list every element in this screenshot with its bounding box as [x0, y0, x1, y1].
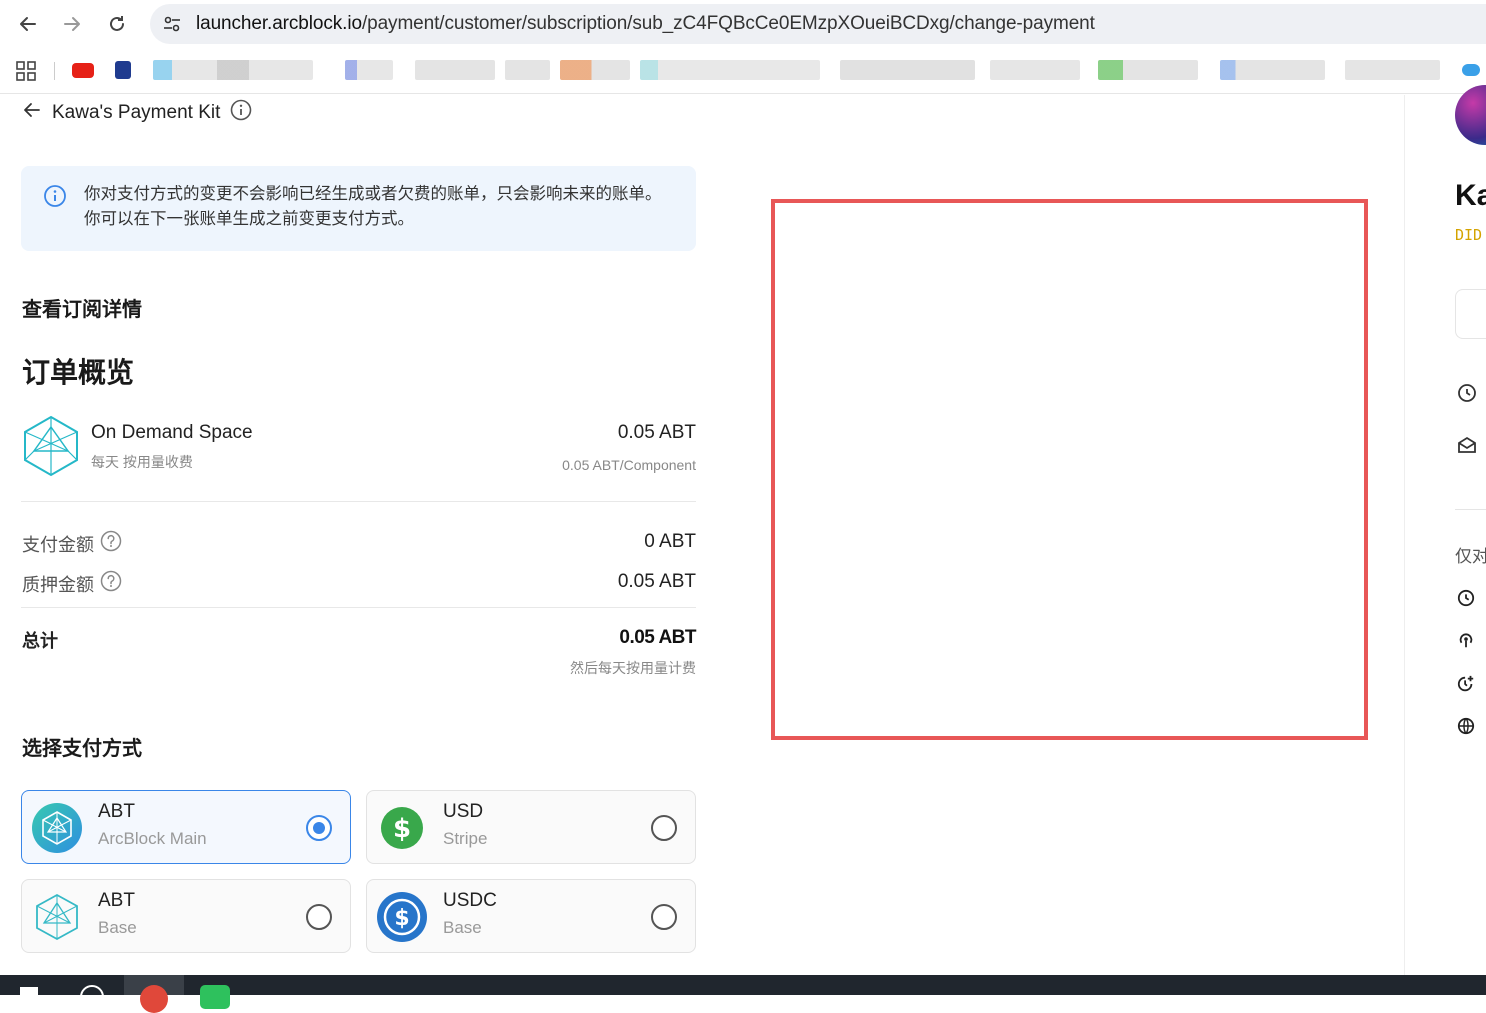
- right-info-panel: Ka DID 仅对: [1404, 85, 1486, 975]
- product-price: 0.05 ABT: [617, 422, 696, 443]
- bookmarks-bar: [0, 48, 1486, 94]
- url-host: launcher.arcblock.io: [196, 13, 362, 34]
- bookmark-item[interactable]: [840, 60, 975, 80]
- bookmark-item[interactable]: [1220, 60, 1325, 80]
- payment-method-usdc-base[interactable]: $ USDC Base: [366, 879, 696, 953]
- pay-amount-value: 0 ABT: [644, 531, 696, 552]
- panel-text-fragment: 仅对: [1455, 547, 1486, 566]
- method-network: Base: [443, 918, 482, 937]
- clock-icon: [1457, 383, 1477, 403]
- stake-amount-label-row: 质押金额: [22, 570, 122, 597]
- mail-open-icon: [1457, 435, 1477, 455]
- search-icon[interactable]: [80, 985, 104, 1009]
- bookmark-item[interactable]: [505, 60, 550, 80]
- url-text[interactable]: launcher.arcblock.io/payment/customer/su…: [196, 13, 1095, 35]
- method-radio[interactable]: [306, 904, 332, 930]
- details-title[interactable]: 查看订阅详情: [22, 293, 142, 322]
- payment-method-usd-stripe[interactable]: $ USD Stripe: [366, 790, 696, 864]
- did-label-fragment: DID: [1455, 226, 1483, 244]
- payment-method-title: 选择支付方式: [22, 738, 142, 760]
- product-billing: 每天 按用量收费: [91, 454, 193, 470]
- divider: [21, 501, 696, 502]
- account-name-fragment: Ka: [1455, 179, 1486, 212]
- bookmark-item[interactable]: [415, 60, 495, 80]
- alert-message: 你对支付方式的变更不会影响已经生成或者欠费的账单，只会影响未来的账单。你可以在下…: [84, 185, 662, 228]
- total-note: 然后每天按用量计费: [570, 660, 696, 676]
- stake-amount-label: 质押金额: [22, 574, 94, 595]
- youtube-icon[interactable]: [72, 63, 94, 78]
- bookmark-item[interactable]: [1345, 60, 1440, 80]
- method-currency: USD: [443, 801, 484, 822]
- method-currency: ABT: [98, 801, 135, 822]
- method-radio-selected[interactable]: [306, 815, 332, 841]
- info-icon[interactable]: [230, 99, 252, 127]
- highlight-box: [771, 199, 1368, 740]
- back-arrow-icon[interactable]: [16, 12, 40, 36]
- stake-amount-value: 0.05 ABT: [617, 571, 696, 592]
- bookmarks-divider: [54, 62, 55, 80]
- order-title: 订单概览: [22, 357, 135, 388]
- os-taskbar: [0, 975, 1486, 1013]
- help-icon[interactable]: [100, 530, 122, 557]
- divider: [21, 607, 696, 608]
- method-network: ArcBlock Main: [98, 829, 207, 848]
- total-label: 总计: [22, 631, 58, 651]
- broadcast-icon: [1457, 631, 1477, 651]
- pay-amount-label-row: 支付金额: [22, 530, 122, 557]
- bookmark-item[interactable]: [1098, 60, 1198, 80]
- bookmark-item[interactable]: [153, 60, 313, 80]
- bookmark-item[interactable]: [640, 60, 820, 80]
- avatar: [1455, 85, 1486, 145]
- bookmark-item[interactable]: [560, 60, 630, 80]
- payment-method-abt-base[interactable]: ABT Base: [21, 879, 351, 953]
- total-value: 0.05 ABT: [619, 627, 696, 648]
- windows-start-icon[interactable]: [20, 987, 38, 995]
- paypal-icon[interactable]: [115, 61, 131, 79]
- method-radio[interactable]: [651, 904, 677, 930]
- bookmark-item[interactable]: [990, 60, 1080, 80]
- svg-text:$: $: [394, 906, 409, 931]
- info-icon: [43, 184, 67, 213]
- product-icon: [22, 415, 80, 482]
- site-info-icon[interactable]: [161, 13, 183, 35]
- usdc-token-icon: $: [377, 892, 427, 942]
- chrome-taskbar-item[interactable]: [124, 975, 184, 1013]
- back-arrow-icon: [22, 100, 42, 126]
- url-path: /payment/customer/subscription/sub_zC4FQ…: [361, 13, 1095, 34]
- method-currency: ABT: [98, 890, 135, 911]
- clock-icon: [1457, 589, 1477, 609]
- svg-text:$: $: [393, 814, 411, 844]
- chrome-icon: [140, 985, 168, 1013]
- globe-icon: [1457, 717, 1477, 737]
- browser-toolbar: launcher.arcblock.io/payment/customer/su…: [0, 0, 1486, 48]
- method-currency: USDC: [443, 890, 497, 911]
- divider: [1455, 509, 1486, 510]
- abt-token-icon: [32, 892, 82, 942]
- info-alert: 你对支付方式的变更不会影响已经生成或者欠费的账单，只会影响未来的账单。你可以在下…: [21, 166, 696, 251]
- pay-amount-label: 支付金额: [22, 534, 94, 555]
- cloud-icon[interactable]: [1462, 64, 1480, 76]
- timer-plus-icon: [1457, 675, 1477, 695]
- product-unit-price: 0.05 ABT/Component: [562, 457, 696, 473]
- method-network: Stripe: [443, 829, 488, 848]
- reload-icon[interactable]: [105, 12, 129, 36]
- panel-card: [1455, 289, 1486, 339]
- change-payment-page: Kawa's Payment Kit 你对支付方式的变更不会影响已经生成或者欠费…: [0, 95, 1404, 975]
- method-network: Base: [98, 918, 137, 937]
- product-name: On Demand Space: [91, 422, 253, 443]
- wechat-icon[interactable]: [200, 985, 230, 1009]
- dollar-icon: $: [377, 803, 427, 853]
- bookmark-item[interactable]: [345, 60, 393, 80]
- abt-token-icon: [32, 803, 82, 853]
- method-radio[interactable]: [651, 815, 677, 841]
- help-icon[interactable]: [100, 570, 122, 597]
- payment-method-abt-arcblock[interactable]: ABT ArcBlock Main: [21, 790, 351, 864]
- apps-grid-icon[interactable]: [16, 61, 36, 86]
- forward-arrow-icon[interactable]: [60, 12, 84, 36]
- back-link-label: Kawa's Payment Kit: [52, 102, 221, 123]
- back-link[interactable]: Kawa's Payment Kit: [22, 99, 252, 127]
